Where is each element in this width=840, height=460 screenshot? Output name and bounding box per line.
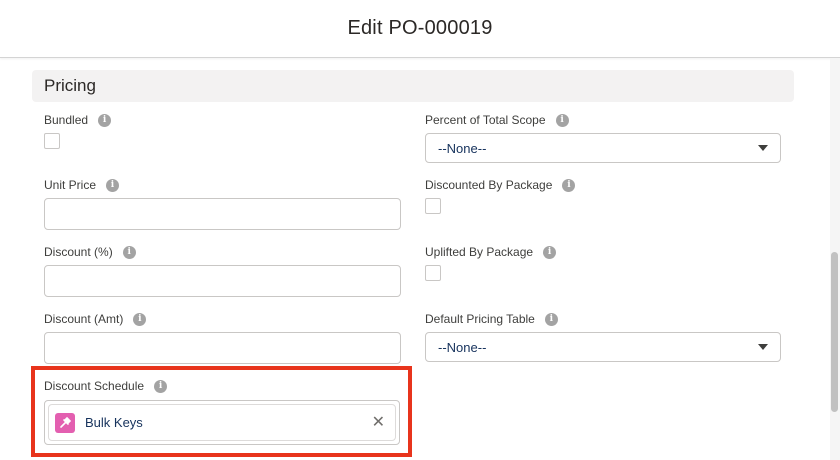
unit-price-label: Unit Price i [44,177,120,193]
uplifted-by-package-label: Uplifted By Package i [425,244,557,260]
modal-header: Edit PO-000019 [0,0,840,58]
info-icon[interactable]: i [555,113,569,127]
section-title: Pricing [44,76,96,95]
discount-amt-label: Discount (Amt) i [44,311,147,327]
info-icon[interactable]: i [543,245,557,259]
unit-price-label-text: Unit Price [44,178,97,192]
info-icon[interactable]: i [106,178,120,192]
bundled-label-text: Bundled [44,113,89,127]
modal-title: Edit PO-000019 [347,17,493,39]
uplifted-by-package-label-text: Uplifted By Package [425,245,534,259]
info-icon[interactable]: i [544,312,558,326]
bundled-checkbox[interactable] [44,133,60,149]
default-pricing-table-label-text: Default Pricing Table [425,312,535,326]
chevron-down-icon [758,145,768,151]
discounted-by-package-label-text: Discounted By Package [425,178,553,192]
default-pricing-table-select[interactable]: --None-- [425,332,781,362]
discounted-by-package-checkbox[interactable] [425,198,441,214]
section-header-pricing[interactable]: Pricing [32,70,794,102]
percent-total-scope-value: --None-- [438,140,487,156]
discount-pct-input[interactable] [44,265,401,297]
discounted-by-package-label: Discounted By Package i [425,177,576,193]
info-icon[interactable]: i [133,312,147,326]
chevron-down-icon [758,344,768,350]
scrollbar-thumb[interactable] [831,252,838,412]
discount-amt-input[interactable] [44,332,401,364]
discount-pct-label-text: Discount (%) [44,245,113,259]
info-icon[interactable]: i [562,178,576,192]
info-icon[interactable]: i [122,245,136,259]
percent-total-scope-label-text: Percent of Total Scope [425,113,546,127]
default-pricing-table-label: Default Pricing Table i [425,311,558,327]
highlight-annotation [31,366,412,457]
unit-price-input[interactable] [44,198,401,230]
percent-total-scope-label: Percent of Total Scope i [425,112,569,128]
info-icon[interactable]: i [98,113,112,127]
default-pricing-table-value: --None-- [438,339,487,355]
discount-amt-label-text: Discount (Amt) [44,312,124,326]
uplifted-by-package-checkbox[interactable] [425,265,441,281]
discount-pct-label: Discount (%) i [44,244,136,260]
bundled-label: Bundled i [44,112,112,128]
percent-total-scope-select[interactable]: --None-- [425,133,781,163]
